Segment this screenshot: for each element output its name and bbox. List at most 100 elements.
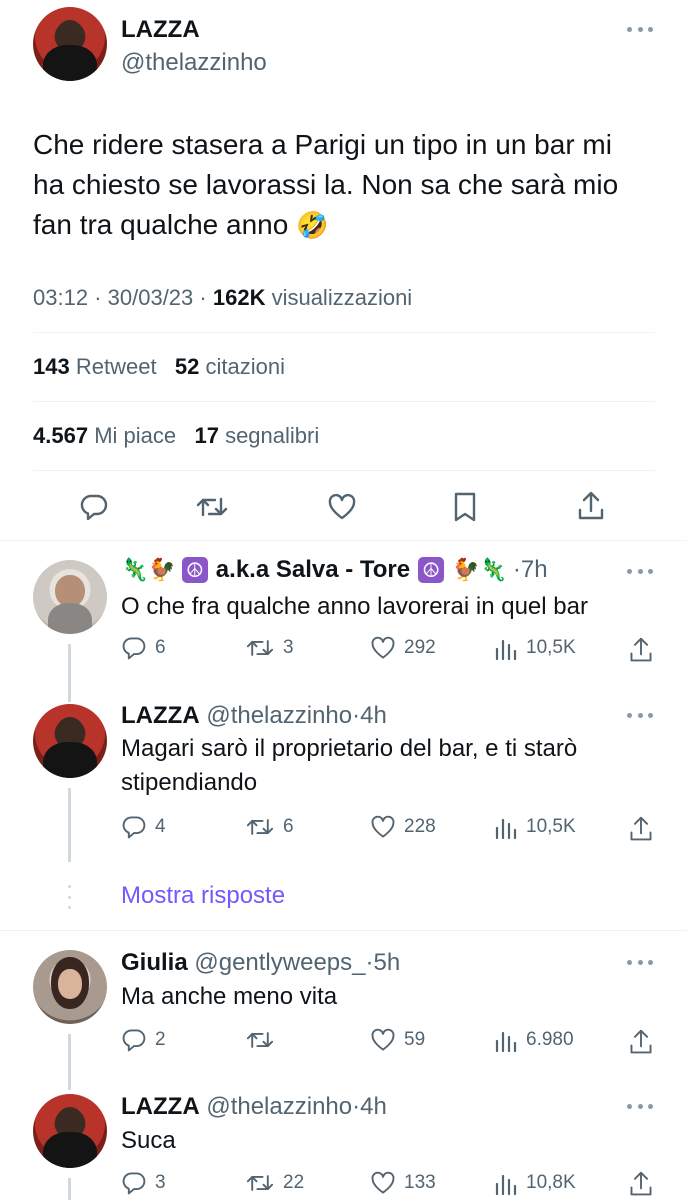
views-icon bbox=[495, 639, 517, 661]
share-icon[interactable] bbox=[628, 1028, 654, 1056]
views-button[interactable]: 10,8K bbox=[494, 1170, 576, 1196]
tweet-text-line: fan tra qualche anno 🤣 bbox=[33, 205, 663, 246]
retweet-icon bbox=[246, 640, 274, 656]
likes-count: 4.567 bbox=[33, 423, 89, 448]
reply-text-line: Magari sarò il proprietario del bar, e t… bbox=[121, 735, 578, 762]
reply-button[interactable]: 3 bbox=[121, 1170, 166, 1196]
bookmarks-link[interactable]: 17 segnalibri bbox=[194, 423, 319, 448]
reply-button[interactable]: 4 bbox=[121, 814, 166, 840]
author-handle[interactable]: @gentlyweeps_ bbox=[194, 949, 365, 977]
divider bbox=[33, 470, 655, 471]
views-button[interactable]: 6.980 bbox=[494, 1027, 574, 1053]
reply-text: O che fra qualche anno lavorerai in quel… bbox=[121, 593, 588, 620]
reply-tweet[interactable]: LAZZA @thelazzinho · 4h Suca 3 22 133 10… bbox=[0, 1090, 687, 1200]
avatar[interactable] bbox=[33, 7, 107, 81]
author-name[interactable]: Giulia bbox=[121, 949, 188, 977]
peace-icon: ☮ bbox=[418, 557, 445, 583]
author-name[interactable]: LAZZA bbox=[121, 1093, 200, 1121]
reply-tweet[interactable]: LAZZA @thelazzinho · 4h Magari sarò il p… bbox=[0, 690, 687, 870]
like-count: 228 bbox=[404, 816, 436, 837]
retweet-icon[interactable] bbox=[195, 492, 229, 522]
like-icon bbox=[371, 636, 395, 659]
reply-button[interactable]: 6 bbox=[121, 635, 166, 661]
retweet-button[interactable] bbox=[245, 1027, 283, 1053]
like-button[interactable]: 292 bbox=[370, 635, 436, 661]
retweet-count: 22 bbox=[283, 1172, 305, 1193]
author-handle[interactable]: @thelazzinho bbox=[206, 1093, 352, 1121]
author-handle[interactable]: @thelazzinho bbox=[121, 49, 267, 77]
reply-time[interactable]: 4h bbox=[360, 702, 387, 730]
reply-tweet[interactable]: 🦎🐓 ☮ a.k.a Salva - Tore ☮ 🐓🦎 · 7h O che … bbox=[0, 540, 687, 694]
show-replies-link[interactable]: Mostra risposte bbox=[121, 882, 285, 910]
reply-text: Magari sarò il proprietario del bar, e t… bbox=[121, 732, 651, 800]
like-button[interactable]: 133 bbox=[370, 1170, 436, 1196]
reply-icon[interactable] bbox=[79, 492, 109, 522]
tweet-text-line: ha chiesto se lavorassi la. Non sa che s… bbox=[33, 169, 619, 200]
tweet-time[interactable]: 03:12 bbox=[33, 285, 88, 310]
thread-line bbox=[68, 1178, 71, 1200]
avatar[interactable] bbox=[33, 1094, 107, 1168]
reply-time[interactable]: 5h bbox=[374, 949, 401, 977]
bookmarks-count: 17 bbox=[194, 423, 219, 448]
reply-time[interactable]: 7h bbox=[521, 556, 548, 584]
tweet-date[interactable]: 30/03/23 bbox=[108, 285, 194, 310]
retweet-button[interactable]: 22 bbox=[245, 1170, 304, 1196]
retweet-button[interactable]: 3 bbox=[245, 635, 294, 661]
more-options-icon[interactable] bbox=[627, 713, 653, 719]
thread-line bbox=[68, 690, 71, 702]
avatar[interactable] bbox=[33, 560, 107, 634]
avatar[interactable] bbox=[33, 950, 107, 1024]
likes-label: Mi piace bbox=[94, 423, 177, 448]
views-count: 10,8K bbox=[526, 1172, 576, 1193]
reply-button[interactable]: 2 bbox=[121, 1027, 166, 1053]
main-tweet: LAZZA @thelazzinho Che ridere stasera a … bbox=[0, 0, 687, 540]
bookmark-icon[interactable] bbox=[451, 491, 479, 523]
author-name[interactable]: LAZZA bbox=[121, 16, 200, 44]
like-icon[interactable] bbox=[327, 492, 357, 522]
reply-icon bbox=[122, 1172, 146, 1195]
separator: · bbox=[352, 702, 361, 729]
views-icon bbox=[495, 1174, 517, 1196]
show-replies-row[interactable]: Mostra risposte bbox=[0, 870, 687, 930]
lizard-rooster-emoji-icon: 🦎🐓 bbox=[121, 557, 176, 583]
more-options-icon[interactable] bbox=[627, 1104, 653, 1110]
likes-link[interactable]: 4.567 Mi piace bbox=[33, 423, 176, 448]
like-button[interactable]: 228 bbox=[370, 814, 436, 840]
share-icon[interactable] bbox=[628, 815, 654, 843]
share-icon[interactable] bbox=[576, 490, 606, 522]
reply-header: 🦎🐓 ☮ a.k.a Salva - Tore ☮ 🐓🦎 · 7h bbox=[121, 556, 548, 584]
more-options-icon[interactable] bbox=[627, 960, 653, 966]
rofl-emoji-icon: 🤣 bbox=[296, 211, 329, 241]
reply-count: 4 bbox=[155, 816, 166, 837]
like-button[interactable]: 59 bbox=[370, 1027, 425, 1053]
more-options-icon[interactable] bbox=[627, 27, 653, 33]
share-icon[interactable] bbox=[628, 636, 654, 664]
like-icon bbox=[371, 1171, 395, 1194]
reply-count: 6 bbox=[155, 637, 166, 658]
thread-line bbox=[68, 644, 71, 694]
author-handle[interactable]: @thelazzinho bbox=[206, 702, 352, 730]
retweet-stats: 143 Retweet 52 citazioni bbox=[33, 354, 285, 380]
like-icon bbox=[371, 815, 395, 838]
views-count: 10,5K bbox=[526, 637, 576, 658]
views-button[interactable]: 10,5K bbox=[494, 814, 576, 840]
avatar[interactable] bbox=[33, 704, 107, 778]
tweet-text-line-last: fan tra qualche anno bbox=[33, 209, 289, 240]
author-name[interactable]: a.k.a Salva - Tore bbox=[216, 556, 410, 584]
tweet-meta: 03:12 · 30/03/23 · 162K visualizzazioni bbox=[33, 285, 412, 311]
views-count: 10,5K bbox=[526, 816, 576, 837]
views-button[interactable]: 10,5K bbox=[494, 635, 576, 661]
quotes-link[interactable]: 52 citazioni bbox=[175, 354, 285, 379]
retweets-link[interactable]: 143 Retweet bbox=[33, 354, 157, 379]
reply-tweet[interactable]: Giulia @gentlyweeps_ · 5h Ma anche meno … bbox=[0, 930, 687, 1090]
share-icon[interactable] bbox=[628, 1170, 654, 1198]
rooster-lizard-emoji-icon: 🐓🦎 bbox=[452, 557, 507, 583]
reply-icon bbox=[122, 1029, 146, 1052]
divider bbox=[33, 332, 655, 333]
reply-time[interactable]: 4h bbox=[360, 1093, 387, 1121]
more-options-icon[interactable] bbox=[627, 569, 653, 575]
reply-icon bbox=[122, 816, 146, 839]
author-name[interactable]: LAZZA bbox=[121, 702, 200, 730]
separator: · bbox=[352, 1093, 361, 1120]
retweet-button[interactable]: 6 bbox=[245, 814, 294, 840]
